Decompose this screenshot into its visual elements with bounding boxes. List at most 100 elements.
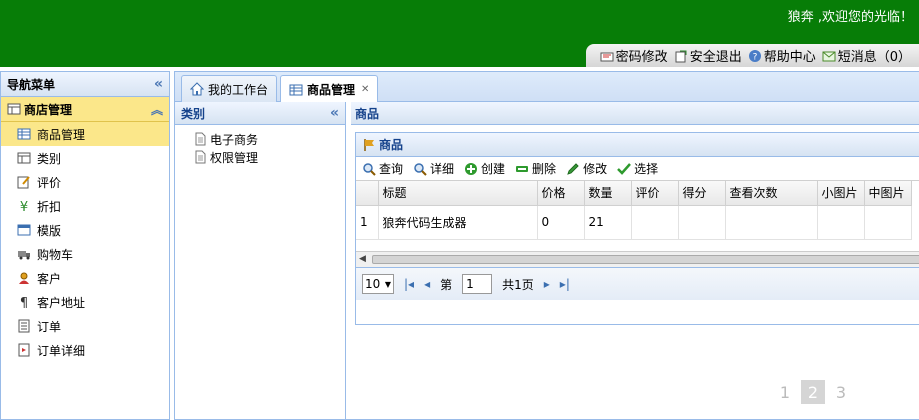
horizontal-scrollbar[interactable]: ◀ [356,251,919,267]
add-icon [465,162,478,175]
scrollbar-thumb[interactable] [372,255,919,264]
query-button[interactable]: 查询 [362,160,403,177]
list-icon [18,319,30,333]
column-header[interactable]: 中图片 [864,181,912,206]
page-number-current[interactable]: 2 [801,380,825,404]
create-label: 创建 [481,162,506,176]
column-header[interactable]: 小图片 [817,181,865,206]
messages-label: 短消息（0） [837,50,911,65]
first-page-icon[interactable]: |◂ [404,277,414,291]
messages-link[interactable]: 短消息（0） [822,46,911,65]
page-size-select[interactable]: 10 ▼ [362,274,394,294]
page-indicator: 1 2 3 [773,380,853,404]
nav-item-customer-address[interactable]: ¶ 客户地址 [1,290,169,314]
tree-item-permissions[interactable]: 权限管理 [175,149,345,165]
page-number-input[interactable]: 1 [462,274,493,294]
delete-icon [516,165,529,172]
password-icon [600,52,614,61]
search-icon [414,162,427,176]
prev-page-icon[interactable]: ◂ [424,277,430,291]
column-header[interactable]: 数量 [584,181,632,206]
edit-button[interactable]: 修改 [566,160,607,177]
select-label: 选择 [634,162,659,176]
page-number[interactable]: 3 [829,380,853,404]
cell-price: 0 [537,205,585,240]
product-table: 标题 价格 数量 评价 得分 查看次数 小图片 中图片 1 狼奔代码生成器 0 [356,181,912,240]
tab-workbench[interactable]: 我的工作台 [181,75,278,102]
cell-score [678,205,726,240]
shop-group-label: 商店管理 [24,102,73,117]
edit-icon [17,176,30,189]
cell-views [725,205,818,240]
help-link[interactable]: ? 帮助中心 [748,46,816,65]
pencil-icon [567,162,579,175]
collapse-group-icon[interactable]: ︽ [151,101,163,118]
main-area: 我的工作台 商品管理 ✕ 类别 « 电子商务 权限管理 商品 商品 查询 详细 … [174,71,919,420]
paragraph-icon: ¶ [20,296,28,309]
nav-item-label: 客户 [37,271,62,286]
logout-icon [675,50,687,62]
window-icon [17,224,31,236]
tree-item-label: 权限管理 [210,150,259,165]
search-icon [363,162,376,176]
nav-item-category[interactable]: 类别 [1,146,169,170]
scroll-left-icon[interactable]: ◀ [359,254,366,264]
nav-item-cart[interactable]: 购物车 [1,242,169,266]
grid-header: 商品 [356,133,919,157]
last-page-icon[interactable]: ▸| [560,277,570,291]
close-tab-icon[interactable]: ✕ [361,84,369,95]
grid-toolbar: 查询 详细 创建 删除 修改 选择 [356,157,919,181]
cell-small-image [817,205,865,240]
row-number-header [356,181,379,206]
logout-link[interactable]: 安全退出 [674,46,742,65]
nav-item-discount[interactable]: ¥ 折扣 [1,194,169,218]
nav-item-template[interactable]: 模版 [1,218,169,242]
nav-item-label: 模版 [37,223,62,238]
nav-item-products[interactable]: 商品管理 [1,122,169,146]
money-icon: ¥ [20,200,28,213]
chevron-down-icon: ▼ [384,279,391,289]
document-icon [18,343,30,357]
page-number[interactable]: 1 [773,380,797,404]
next-page-icon[interactable]: ▸ [544,277,550,291]
nav-item-label: 订单详细 [37,343,86,358]
cell-title: 狼奔代码生成器 [378,205,538,240]
file-icon [195,150,206,164]
collapse-nav-icon[interactable]: « [154,76,163,92]
collapse-category-icon[interactable]: « [330,105,339,121]
nav-item-customer[interactable]: 客户 [1,266,169,290]
create-button[interactable]: 创建 [464,160,505,177]
column-header[interactable]: 得分 [678,181,726,206]
welcome-text: 狼奔 ,欢迎您的光临！ [787,10,913,25]
delete-button[interactable]: 删除 [515,160,556,177]
nav-item-order-detail[interactable]: 订单详细 [1,338,169,362]
tree-item-ecommerce[interactable]: 电子商务 [175,131,345,147]
nav-item-label: 类别 [37,151,62,166]
category-panel: 类别 « 电子商务 权限管理 [175,102,346,420]
select-button[interactable]: 选择 [617,160,658,177]
detail-button[interactable]: 详细 [413,160,454,177]
column-header[interactable]: 价格 [537,181,585,206]
grid-icon [17,128,31,140]
change-password-label: 密码修改 [615,50,668,65]
nav-item-order[interactable]: 订单 [1,314,169,338]
page-size-value: 10 [365,277,381,291]
shop-icon [7,103,21,115]
svg-text:?: ? [752,52,757,62]
cell-medium-image [864,205,912,240]
table-row[interactable]: 1 狼奔代码生成器 0 21 [356,205,912,240]
nav-item-review[interactable]: 评价 [1,170,169,194]
column-header[interactable]: 查看次数 [725,181,818,206]
flag-icon [364,138,374,151]
tab-label: 我的工作台 [208,82,269,97]
tab-product-management[interactable]: 商品管理 ✕ [280,75,379,103]
message-icon [822,51,836,61]
cell-quantity: 21 [584,205,632,240]
shop-group-header[interactable]: 商店管理 ︽ [1,97,169,122]
user-icon [19,272,29,284]
help-label: 帮助中心 [763,50,816,65]
pagination-bar: 10 ▼ |◂ ◂ 第 1 共1页 ▸ ▸| [356,267,919,300]
change-password-link[interactable]: 密码修改 [600,46,668,65]
column-header[interactable]: 评价 [631,181,679,206]
column-header[interactable]: 标题 [378,181,538,206]
